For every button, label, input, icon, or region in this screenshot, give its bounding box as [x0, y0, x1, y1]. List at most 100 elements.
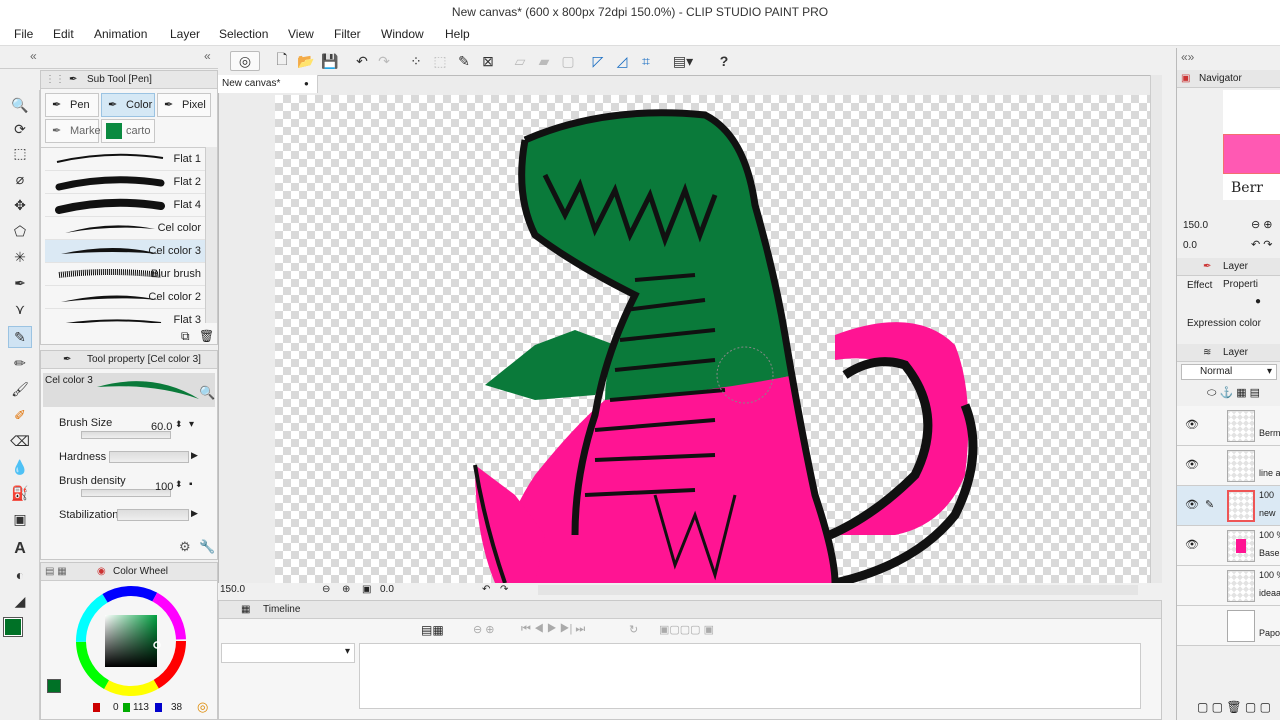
layer-row[interactable]: Papo	[1177, 606, 1280, 646]
loop-icon[interactable]: ↻	[629, 623, 638, 636]
layer-row[interactable]: 👁 Berm	[1177, 406, 1280, 446]
color-swatch-pair[interactable]	[3, 617, 38, 652]
eyedropper-icon[interactable]: ✒	[8, 272, 32, 294]
balloon-tool-icon[interactable]: ◐	[8, 564, 32, 586]
brush-item[interactable]: Flat 2	[45, 171, 205, 194]
move-tool-icon[interactable]: ⟳	[8, 118, 32, 140]
collapse-left-icon[interactable]: «	[30, 49, 37, 63]
palette-tabs-icon[interactable]: ▤ ▦	[45, 563, 67, 581]
collapse-right-dock-icon[interactable]: «»	[1181, 50, 1194, 64]
menu-help[interactable]: Help	[445, 27, 470, 41]
snap-special-ruler-icon[interactable]: ◿	[612, 51, 632, 71]
canvas-vertical-scrollbar[interactable]	[1150, 75, 1162, 583]
navigator-preview[interactable]: Berr	[1223, 90, 1280, 200]
zoom-tool-icon[interactable]: 🔍	[8, 94, 32, 116]
collapse-right-icon[interactable]: «	[204, 49, 211, 63]
density-dropdown-icon[interactable]: ▪	[189, 479, 193, 490]
effect-toggle-icon[interactable]: ●	[1255, 296, 1261, 307]
settings-dropdown-icon[interactable]: ▤▾	[666, 51, 700, 71]
color-mode-icon[interactable]: ◎	[197, 699, 208, 715]
navigator-zoom-value[interactable]: 150.0	[1183, 220, 1208, 231]
brush-item[interactable]: Flat 3	[45, 309, 205, 323]
layer-lock-icons[interactable]: ⬭ ⚓ ▦ ▤	[1207, 386, 1260, 400]
deselect-icon[interactable]: ⁘	[406, 51, 426, 71]
color-wheel[interactable]	[75, 585, 187, 697]
clear-outside-icon[interactable]: ▰	[534, 51, 554, 71]
menu-edit[interactable]: Edit	[53, 27, 74, 41]
eye-icon[interactable]: 👁	[1185, 418, 1199, 431]
copy-subtool-icon[interactable]: ⧉	[181, 329, 190, 344]
eraser-tool-icon[interactable]: ⌫	[8, 430, 32, 452]
save-icon[interactable]: 💾	[320, 51, 340, 71]
layer-row[interactable]: 👁 line a	[1177, 446, 1280, 486]
timeline-select[interactable]: ▾	[221, 643, 355, 663]
layer-row[interactable]: 100 % ideaa	[1177, 566, 1280, 606]
tab-cartoon[interactable]: carto	[101, 119, 155, 143]
brush-item[interactable]: Cel color 2	[45, 286, 205, 309]
brush-tool-icon[interactable]: 🖌	[8, 378, 32, 400]
auto-select-tool-icon[interactable]: ✳	[8, 246, 32, 268]
zoom-value[interactable]: 150.0	[220, 583, 245, 597]
menu-animation[interactable]: Animation	[94, 27, 147, 41]
invert-selection-icon[interactable]: ⬚	[430, 51, 450, 71]
zoom-out-icon[interactable]: ⊖	[322, 583, 330, 597]
undo-icon[interactable]: ↶	[352, 51, 372, 71]
gradient-tool-icon[interactable]: ▣	[8, 508, 32, 530]
airbrush-tool-icon[interactable]: ✐	[8, 404, 32, 426]
text-tool-icon[interactable]: A	[8, 538, 32, 560]
timeline-zoom-icon[interactable]: ⊖ ⊕	[473, 623, 495, 636]
pencil-tool-icon[interactable]: ✏	[8, 352, 32, 374]
blend-tool-icon[interactable]: 💧	[8, 456, 32, 478]
eye-icon[interactable]: 👁	[1185, 498, 1199, 511]
canvas-horizontal-scrollbar[interactable]	[538, 585, 1138, 595]
onion-skin-icon[interactable]: ▣▢▢▢ ▣	[659, 623, 714, 636]
transform-icon[interactable]: ⊠	[478, 51, 498, 71]
brush-item[interactable]: Flat 1	[45, 148, 205, 171]
hardness-expand-icon[interactable]: ▶	[191, 450, 198, 461]
clip-studio-icon[interactable]: ◎	[230, 51, 260, 71]
drawing-canvas[interactable]	[275, 95, 1150, 583]
selection-pen-icon[interactable]: ✎	[454, 51, 474, 71]
move-layer-tool-icon[interactable]: ✥	[8, 194, 32, 216]
rotate-right-icon[interactable]: ↷	[500, 583, 508, 597]
vector-tool-icon[interactable]: ⋎	[8, 298, 32, 320]
settings-icon[interactable]: ⚙	[179, 539, 191, 555]
canvas-tab[interactable]: New canvas* ●	[218, 75, 318, 93]
operation-tool-icon[interactable]: ⬚	[8, 142, 32, 164]
selection-tool-icon[interactable]: ⬠	[8, 220, 32, 242]
brush-size-dropdown-icon[interactable]: ▾	[189, 419, 194, 430]
open-file-icon[interactable]: 📂	[296, 51, 316, 71]
blend-mode-select[interactable]: Normal ▾	[1181, 364, 1277, 380]
tab-pen[interactable]: ✒ Pen	[45, 93, 99, 117]
delete-subtool-icon[interactable]: 🗑	[199, 329, 214, 343]
menu-layer[interactable]: Layer	[170, 27, 200, 41]
menu-filter[interactable]: Filter	[334, 27, 361, 41]
stabilization-expand-icon[interactable]: ▶	[191, 508, 198, 519]
pen-tool-icon[interactable]: ✎	[8, 326, 32, 348]
playback-controls-icon[interactable]: ⏮ ◀ ▶ ▶| ⏭	[521, 623, 585, 636]
brush-item[interactable]: Flat 4	[45, 194, 205, 217]
main-color-swatch[interactable]	[3, 617, 23, 637]
brush-size-value[interactable]: 60.0	[151, 421, 172, 433]
stabilization-slider[interactable]	[117, 509, 189, 521]
new-file-icon[interactable]: 🗋	[272, 51, 292, 71]
redo-icon[interactable]: ↷	[374, 51, 394, 71]
navigator-zoom-icons[interactable]: ⊖ ⊕	[1251, 218, 1273, 231]
help-icon[interactable]: ?	[714, 51, 734, 71]
menu-view[interactable]: View	[288, 27, 314, 41]
fill-tool-icon[interactable]: ⛽	[8, 482, 32, 504]
menu-window[interactable]: Window	[381, 27, 424, 41]
rotate-left-icon[interactable]: ↶	[482, 583, 490, 597]
tab-color[interactable]: ✒ Color	[101, 93, 155, 117]
timeline-track[interactable]	[359, 643, 1141, 709]
brush-list-scrollbar[interactable]	[205, 147, 217, 323]
ruler-tool-icon[interactable]: ◢	[8, 590, 32, 612]
snap-ruler-icon[interactable]: ◸	[588, 51, 608, 71]
angle-value[interactable]: 0.0	[380, 583, 394, 597]
tab-pixel[interactable]: ✒ Pixel	[157, 93, 211, 117]
navigator-angle-value[interactable]: 0.0	[1183, 240, 1197, 251]
menu-selection[interactable]: Selection	[219, 27, 268, 41]
eye-icon[interactable]: 👁	[1185, 538, 1199, 551]
stepper-icon[interactable]: ⬍	[175, 419, 183, 430]
layer-row-selected[interactable]: 👁 ✎ 100 new	[1177, 486, 1280, 526]
